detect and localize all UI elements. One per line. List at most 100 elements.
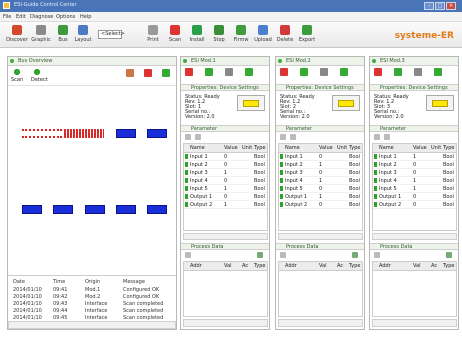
- discover-button[interactable]: Discover: [4, 25, 30, 46]
- horizontal-scrollbar[interactable]: [372, 319, 457, 327]
- module-tool-icon[interactable]: [434, 68, 442, 76]
- log-col-time[interactable]: Time: [53, 279, 65, 285]
- device-block[interactable]: [53, 205, 73, 214]
- log-row[interactable]: 2014/01/10 09:41 Mod.1 Configured OK: [11, 287, 175, 294]
- detect-tool-label[interactable]: Detect: [31, 77, 48, 83]
- log-col-origin[interactable]: Origin: [85, 279, 100, 285]
- menu-options[interactable]: Options: [56, 14, 75, 20]
- filter-icon[interactable]: [280, 134, 286, 140]
- tool-icon[interactable]: [126, 69, 134, 77]
- table-row[interactable]: Output 2 0 Bool: [373, 201, 456, 209]
- column-header[interactable]: Unit: [431, 145, 441, 151]
- column-header[interactable]: Type: [254, 263, 265, 269]
- log-row[interactable]: 2014/01/10 09:43 Interface Scan complete…: [11, 301, 175, 308]
- table-row[interactable]: Output 2 0 Bool: [279, 201, 362, 209]
- device-block[interactable]: [22, 205, 42, 214]
- column-header[interactable]: Addr: [285, 263, 297, 269]
- settings-icon[interactable]: [352, 252, 358, 258]
- select-dropdown[interactable]: <Select>: [98, 30, 125, 39]
- horizontal-scrollbar[interactable]: [183, 233, 268, 240]
- settings-icon[interactable]: [257, 252, 263, 258]
- log-col-message[interactable]: Message: [123, 279, 145, 285]
- column-header[interactable]: Name: [285, 145, 300, 151]
- log-row[interactable]: 2014/01/10 09:42 Mod.2 Configured OK: [11, 294, 175, 301]
- sort-icon[interactable]: [384, 134, 390, 140]
- table-row[interactable]: Input 3 0 Bool: [279, 169, 362, 177]
- table-row[interactable]: Input 2 0 Bool: [184, 161, 267, 169]
- module-tool-icon[interactable]: [225, 68, 233, 76]
- menu-file[interactable]: File: [3, 14, 11, 20]
- horizontal-scrollbar[interactable]: [278, 233, 363, 240]
- column-header[interactable]: Addr: [190, 263, 202, 269]
- column-header[interactable]: Type: [443, 263, 454, 269]
- column-header[interactable]: Val: [413, 263, 421, 269]
- table-row[interactable]: Input 5 0 Bool: [279, 185, 362, 193]
- column-header[interactable]: Val: [224, 263, 232, 269]
- table-row[interactable]: Output 2 1 Bool: [184, 201, 267, 209]
- column-header[interactable]: Ac: [242, 263, 248, 269]
- module-tool-icon[interactable]: [300, 68, 308, 76]
- column-header[interactable]: Value: [224, 145, 238, 151]
- refresh-icon[interactable]: [374, 252, 380, 258]
- log-row[interactable]: 2014/01/10 09:44 Interface Scan complete…: [11, 308, 175, 315]
- device-block[interactable]: [116, 205, 136, 214]
- module-tool-icon[interactable]: [245, 68, 253, 76]
- table-row[interactable]: Input 1 0 Bool: [279, 153, 362, 161]
- device-block[interactable]: [147, 129, 167, 138]
- table-row[interactable]: Input 2 0 Bool: [373, 161, 456, 169]
- scan-tool-label[interactable]: Scan: [11, 77, 23, 83]
- column-header[interactable]: Type: [349, 145, 360, 151]
- module-tool-icon[interactable]: [320, 68, 328, 76]
- settings-icon[interactable]: [446, 252, 452, 258]
- layout-button[interactable]: Layout: [70, 25, 96, 46]
- module-tool-icon[interactable]: [280, 68, 288, 76]
- table-row[interactable]: Input 2 1 Bool: [279, 161, 362, 169]
- module-tool-icon[interactable]: [185, 68, 193, 76]
- menu-diagnose[interactable]: Diagnose: [30, 14, 53, 20]
- column-header[interactable]: Ac: [337, 263, 343, 269]
- table-row[interactable]: Input 5 1 Bool: [184, 185, 267, 193]
- table-row[interactable]: Input 1 0 Bool: [184, 153, 267, 161]
- table-row[interactable]: Output 1 0 Bool: [184, 193, 267, 201]
- horizontal-scrollbar[interactable]: [372, 233, 457, 240]
- table-row[interactable]: Output 1 1 Bool: [279, 193, 362, 201]
- tool-icon[interactable]: [162, 69, 170, 77]
- column-header[interactable]: Unit: [242, 145, 252, 151]
- device-block[interactable]: [116, 129, 136, 138]
- column-header[interactable]: Name: [379, 145, 394, 151]
- filter-icon[interactable]: [185, 134, 191, 140]
- column-header[interactable]: Ac: [431, 263, 437, 269]
- table-row[interactable]: Input 1 1 Bool: [373, 153, 456, 161]
- table-row[interactable]: Input 3 0 Bool: [373, 169, 456, 177]
- column-header[interactable]: Type: [443, 145, 454, 151]
- refresh-icon[interactable]: [280, 252, 286, 258]
- table-row[interactable]: Input 4 1 Bool: [373, 177, 456, 185]
- module-tool-icon[interactable]: [374, 68, 382, 76]
- sort-icon[interactable]: [290, 134, 296, 140]
- column-header[interactable]: Unit: [337, 145, 347, 151]
- log-col-date[interactable]: Date: [13, 279, 25, 285]
- filter-icon[interactable]: [374, 134, 380, 140]
- module-tool-icon[interactable]: [205, 68, 213, 76]
- module-tool-icon[interactable]: [340, 68, 348, 76]
- module-tool-icon[interactable]: [394, 68, 402, 76]
- table-row[interactable]: Input 4 0 Bool: [184, 177, 267, 185]
- horizontal-scrollbar[interactable]: [278, 319, 363, 327]
- close-button[interactable]: ×: [446, 2, 456, 10]
- column-header[interactable]: Name: [190, 145, 205, 151]
- horizontal-scrollbar[interactable]: [183, 319, 268, 327]
- horizontal-scrollbar[interactable]: [8, 321, 176, 329]
- module-tool-icon[interactable]: [414, 68, 422, 76]
- device-block[interactable]: [85, 205, 105, 214]
- minimize-button[interactable]: –: [424, 2, 434, 10]
- export-button[interactable]: Export: [294, 25, 320, 46]
- column-header[interactable]: Type: [254, 145, 265, 151]
- menu-edit[interactable]: Edit: [16, 14, 26, 20]
- table-row[interactable]: Output 1 0 Bool: [373, 193, 456, 201]
- column-header[interactable]: Val: [319, 263, 327, 269]
- tool-icon[interactable]: [144, 69, 152, 77]
- table-row[interactable]: Input 4 1 Bool: [279, 177, 362, 185]
- refresh-icon[interactable]: [185, 252, 191, 258]
- device-block[interactable]: [147, 205, 167, 214]
- table-row[interactable]: Input 3 1 Bool: [184, 169, 267, 177]
